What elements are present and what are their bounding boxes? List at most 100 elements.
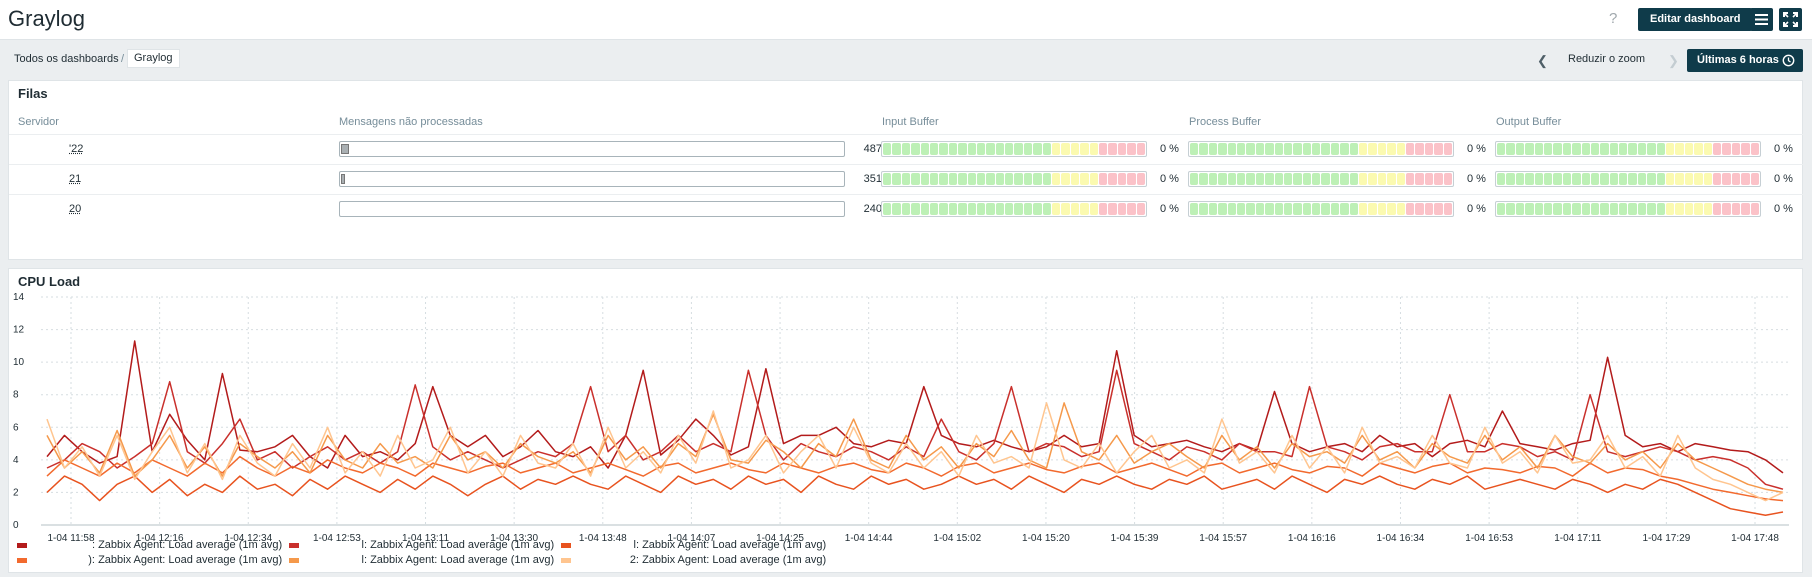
- buffer-segment: [1236, 173, 1246, 185]
- buffer-segment: [1553, 143, 1562, 155]
- buffer-segment: [1302, 173, 1312, 185]
- server-link[interactable]: 21: [69, 173, 81, 185]
- buffer-segment: [1712, 143, 1722, 155]
- buffer-segment: [1117, 143, 1127, 155]
- buffer-segment: [1208, 173, 1218, 185]
- buffer-segment: [1694, 143, 1703, 155]
- x-tick-label: 1-04 15:39: [1111, 533, 1159, 544]
- menu-button[interactable]: [1750, 8, 1773, 31]
- chevron-right-icon[interactable]: ❯: [1668, 53, 1679, 69]
- col-process-buffer: Process Buffer: [1189, 116, 1261, 128]
- buffer-segment: [1628, 173, 1637, 185]
- buffer-segment: [1628, 203, 1637, 215]
- buffer-segment: [1340, 203, 1349, 215]
- chevron-left-icon[interactable]: ❮: [1537, 53, 1548, 69]
- buffer-segment: [1349, 143, 1359, 155]
- buffer-segment: [1208, 203, 1218, 215]
- input-buffer-bar: [881, 201, 1147, 217]
- legend-item[interactable]: ): Zabbix Agent: Load average (1m avg): [17, 554, 282, 566]
- server-link[interactable]: 20: [69, 203, 81, 215]
- buffer-segment: [1227, 173, 1236, 185]
- buffer-segment: [1703, 203, 1712, 215]
- buffer-segment: [1089, 143, 1098, 155]
- edit-dashboard-button[interactable]: Editar dashboard: [1638, 8, 1753, 31]
- buffer-segment: [883, 203, 892, 215]
- buffer-segment: [1750, 143, 1759, 155]
- buffer-segment: [1014, 143, 1023, 155]
- buffer-segment: [1033, 203, 1042, 215]
- help-icon[interactable]: ?: [1609, 10, 1617, 27]
- buffer-segment: [1590, 173, 1600, 185]
- buffer-segment: [1190, 173, 1199, 185]
- buffer-segment: [1741, 173, 1750, 185]
- buffer-segment: [1274, 173, 1283, 185]
- queue-row: 20 240 0 % 0 % 0 %: [9, 194, 1803, 224]
- fullscreen-button[interactable]: [1779, 8, 1802, 31]
- buffer-segment: [1543, 143, 1553, 155]
- process-buffer-percent: 0 %: [1467, 173, 1486, 185]
- buffer-segment: [1637, 143, 1647, 155]
- col-server: Servidor: [18, 116, 59, 128]
- buffer-segment: [1581, 143, 1590, 155]
- zoom-out-button[interactable]: Reduzir o zoom: [1568, 53, 1645, 65]
- messages-count: 351: [863, 173, 882, 185]
- buffer-segment: [1731, 173, 1741, 185]
- buffer-segment: [1675, 143, 1684, 155]
- buffer-segment: [1080, 203, 1089, 215]
- buffer-segment: [967, 173, 976, 185]
- buffer-segment: [1190, 203, 1199, 215]
- buffer-segment: [967, 203, 976, 215]
- legend-item[interactable]: : Zabbix Agent: Load average (1m avg): [17, 539, 282, 551]
- time-range-button[interactable]: Últimas 6 horas: [1687, 49, 1803, 72]
- buffer-segment: [1675, 203, 1684, 215]
- legend-item[interactable]: l: Zabbix Agent: Load average (1m avg): [289, 539, 554, 551]
- buffer-segment: [1515, 173, 1525, 185]
- buffer-segment: [1246, 143, 1255, 155]
- legend-item[interactable]: 2: Zabbix Agent: Load average (1m avg): [561, 554, 826, 566]
- buffer-segment: [1005, 143, 1014, 155]
- buffer-segment: [1127, 173, 1136, 185]
- legend-item[interactable]: l: Zabbix Agent: Load average (1m avg): [289, 554, 554, 566]
- buffer-segment: [892, 143, 901, 155]
- legend-item[interactable]: l: Zabbix Agent: Load average (1m avg): [561, 539, 826, 551]
- breadcrumb-all-dashboards[interactable]: Todos os dashboards: [14, 53, 119, 65]
- buffer-segment: [1283, 173, 1293, 185]
- buffer-segment: [1117, 173, 1127, 185]
- buffer-segment: [1061, 143, 1070, 155]
- buffer-segment: [1321, 143, 1330, 155]
- buffer-segment: [1712, 203, 1722, 215]
- x-tick-label: 1-04 17:11: [1554, 533, 1602, 544]
- output-buffer-bar: [1495, 171, 1761, 187]
- buffer-segment: [901, 203, 911, 215]
- buffer-segment: [883, 143, 892, 155]
- buffer-segment: [1127, 143, 1136, 155]
- buffer-segment: [1722, 143, 1731, 155]
- buffer-segment: [1434, 143, 1443, 155]
- buffer-segment: [1534, 203, 1543, 215]
- buffer-segment: [1265, 173, 1274, 185]
- y-tick-label: 2: [13, 487, 19, 498]
- buffer-segment: [1023, 203, 1033, 215]
- buffer-segment: [1405, 143, 1415, 155]
- buffer-segment: [948, 203, 958, 215]
- buffer-segment: [1750, 173, 1759, 185]
- buffer-segment: [976, 143, 986, 155]
- buffer-segment: [1136, 173, 1145, 185]
- buffer-segment: [1434, 203, 1443, 215]
- buffer-segment: [1208, 143, 1218, 155]
- buffer-segment: [1246, 203, 1255, 215]
- buffer-segment: [1405, 173, 1415, 185]
- buffer-segment: [1265, 143, 1274, 155]
- buffer-segment: [1265, 203, 1274, 215]
- buffer-segment: [1190, 143, 1199, 155]
- buffer-segment: [1377, 143, 1387, 155]
- buffer-segment: [929, 143, 939, 155]
- buffer-segment: [1108, 203, 1117, 215]
- buffer-segment: [1387, 173, 1396, 185]
- buffer-segment: [1515, 143, 1525, 155]
- buffer-segment: [1330, 143, 1340, 155]
- server-link[interactable]: '22: [69, 143, 83, 155]
- output-buffer-bar: [1495, 141, 1761, 157]
- buffer-segment: [1023, 173, 1033, 185]
- process-buffer-bar: [1188, 171, 1454, 187]
